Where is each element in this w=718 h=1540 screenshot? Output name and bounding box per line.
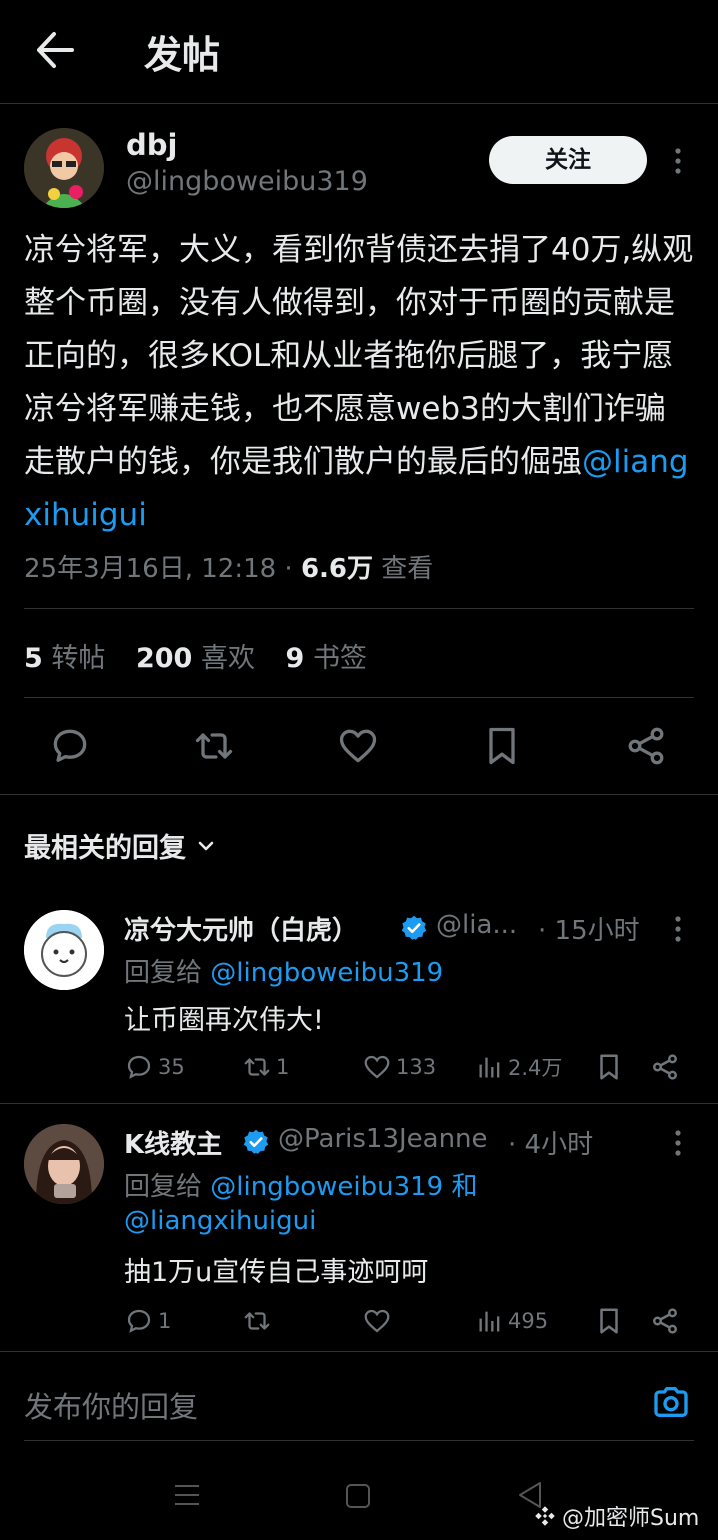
- replies-sort-dropdown[interactable]: 最相关的回复: [24, 826, 218, 865]
- post-views-label: 查看: [373, 554, 434, 584]
- reply-retweet-action[interactable]: 1: [242, 1052, 289, 1082]
- share-icon[interactable]: [624, 724, 668, 768]
- author-handle[interactable]: @lingboweibu319: [126, 166, 368, 197]
- author-avatar[interactable]: [24, 128, 104, 208]
- reply-comment-action[interactable]: 35: [124, 1052, 185, 1082]
- post-timestamp: 25年3月16日, 12:18 ·: [24, 554, 301, 584]
- back-arrow-icon[interactable]: [30, 28, 80, 72]
- stat-retweets[interactable]: 5 转帖: [24, 643, 127, 674]
- replies-sort-label: 最相关的回复: [24, 833, 186, 864]
- reply-to-line: 回复给 @lingboweibu319 和: [124, 1172, 478, 1202]
- views-icon: [479, 1057, 500, 1078]
- stat-likes[interactable]: 200 喜欢: [136, 643, 277, 674]
- chevron-down-icon: [194, 834, 218, 858]
- post-meta: 25年3月16日, 12:18 · 6.6万 查看: [24, 548, 433, 585]
- reply-author-handle[interactable]: @Paris13Jeanne: [278, 1124, 488, 1154]
- reply-to-link[interactable]: @lingboweibu319: [210, 958, 443, 988]
- reply-retweet-action[interactable]: [242, 1306, 276, 1336]
- reply-to-line: 回复给 @lingboweibu319: [124, 958, 444, 988]
- page-title: 发帖: [144, 33, 221, 77]
- reply-author-name[interactable]: 凉兮大元帅（白虎）: [124, 910, 358, 947]
- reply-views-action[interactable]: 495: [476, 1306, 548, 1336]
- compose-divider: [0, 1351, 718, 1352]
- verified-badge-icon: [242, 1128, 270, 1156]
- actions-divider: [0, 794, 718, 795]
- reply-more-icon[interactable]: [666, 1126, 690, 1162]
- reply-timestamp: · 15小时: [538, 916, 640, 946]
- post-views-count: 6.6万: [300, 554, 374, 584]
- menu-icon[interactable]: [172, 1480, 202, 1510]
- retweet-icon: [244, 1312, 270, 1330]
- compose-underline: [24, 1440, 694, 1441]
- reply-timestamp: · 4小时: [508, 1130, 594, 1160]
- post-body: 凉兮将军，大义，看到你背债还去捐了40万,纵观整个币圈，没有人做得到，你对于币圈…: [24, 232, 694, 480]
- reply-compose-input[interactable]: 发布你的回复: [24, 1384, 198, 1426]
- more-options-icon[interactable]: [666, 144, 690, 180]
- like-icon: [364, 1309, 390, 1333]
- follow-button[interactable]: 关注: [489, 136, 647, 184]
- reply-icon: [127, 1055, 151, 1079]
- like-icon[interactable]: [336, 724, 380, 768]
- views-icon: [479, 1311, 500, 1332]
- stats-divider: [24, 697, 694, 698]
- home-icon[interactable]: [344, 1482, 372, 1510]
- reply-to-link[interactable]: @lingboweibu319 和: [210, 1172, 477, 1202]
- stat-bookmarks[interactable]: 9 书签: [286, 643, 389, 674]
- reply-avatar[interactable]: [24, 910, 104, 990]
- reply-icon[interactable]: [48, 724, 92, 768]
- share-icon[interactable]: [650, 1052, 680, 1082]
- reply-to-link[interactable]: @liangxihuigui: [124, 1206, 316, 1236]
- camera-icon[interactable]: [650, 1382, 692, 1422]
- reply-item[interactable]: K线教主 @Paris13Jeanne · 4小时 回复给 @lingbowei…: [0, 1104, 718, 1350]
- reply-author-name[interactable]: K线教主: [124, 1124, 222, 1161]
- retweet-icon: [244, 1058, 270, 1076]
- engagement-stats: 5 转帖 200 喜欢 9 书签: [24, 636, 389, 675]
- share-icon[interactable]: [650, 1306, 680, 1336]
- reply-text: 抽1万u宣传自己事迹呵呵: [124, 1257, 429, 1288]
- post-text: 凉兮将军，大义，看到你背债还去捐了40万,纵观整个币圈，没有人做得到，你对于币圈…: [24, 224, 696, 542]
- bookmark-icon[interactable]: [594, 1052, 624, 1082]
- reply-icon: [127, 1309, 151, 1333]
- diamond-logo-icon: [535, 1506, 555, 1526]
- author-name[interactable]: dbj: [126, 128, 177, 162]
- reply-like-action[interactable]: 133: [362, 1052, 436, 1082]
- bookmark-icon[interactable]: [594, 1306, 624, 1336]
- verified-badge-icon: [400, 914, 428, 942]
- watermark: @加密师Sum: [532, 1500, 699, 1532]
- reply-more-icon[interactable]: [666, 912, 690, 948]
- reply-comment-action[interactable]: 1: [124, 1306, 171, 1336]
- reply-text: 让币圈再次伟大!: [124, 1005, 324, 1036]
- reply-author-handle[interactable]: @lia...: [436, 910, 517, 940]
- watermark-text: @加密师Sum: [562, 1506, 700, 1531]
- reply-views-action[interactable]: 2.4万: [476, 1052, 562, 1082]
- reply-like-action[interactable]: [362, 1306, 396, 1336]
- reply-item[interactable]: 凉兮大元帅（白虎） @lia... · 15小时 回复给 @lingboweib…: [0, 892, 718, 1102]
- bookmark-icon[interactable]: [480, 724, 524, 768]
- like-icon: [364, 1055, 390, 1079]
- reply-avatar[interactable]: [24, 1124, 104, 1204]
- meta-divider: [24, 608, 694, 609]
- retweet-icon[interactable]: [192, 724, 236, 768]
- top-bar: 发帖: [0, 0, 718, 104]
- header-divider: [0, 103, 718, 104]
